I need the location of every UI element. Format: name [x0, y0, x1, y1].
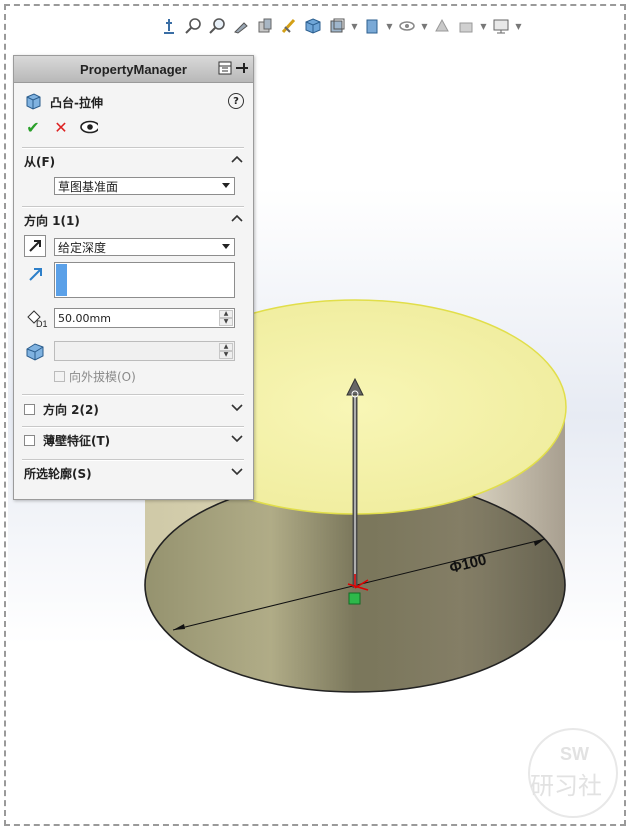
- svg-text:研习社: 研习社: [530, 772, 602, 800]
- chevron-down-icon[interactable]: [230, 464, 244, 481]
- appearance-icon[interactable]: [396, 15, 418, 37]
- pin-icon[interactable]: [235, 60, 249, 79]
- zoom-area-icon[interactable]: [206, 15, 228, 37]
- draft-outward-checkbox[interactable]: [54, 371, 65, 382]
- direction2-section-header[interactable]: 方向 2(2): [24, 400, 244, 418]
- chevron-down-icon[interactable]: ▼: [385, 22, 394, 31]
- depth-icon: D1: [26, 309, 48, 332]
- spin-down-button[interactable]: ▼: [219, 318, 233, 326]
- end-condition-select[interactable]: 给定深度: [54, 238, 235, 256]
- svg-text:SW: SW: [560, 744, 589, 764]
- spin-down-button[interactable]: ▼: [219, 351, 233, 359]
- property-manager-panel: PropertyManager 凸台-拉伸 ? ✔ ✕ 从(F) 草图基准面 方…: [13, 55, 254, 500]
- depth-value: 50.00mm: [58, 311, 111, 325]
- thin-feature-checkbox[interactable]: [24, 434, 35, 446]
- help-icon[interactable]: ?: [228, 93, 244, 109]
- hide-show-icon[interactable]: [361, 15, 383, 37]
- property-manager-title-bar: PropertyManager: [14, 56, 253, 83]
- spin-up-button[interactable]: ▲: [219, 310, 233, 318]
- chevron-down-icon[interactable]: ▼: [514, 22, 523, 31]
- direction2-section-label: 方向 2(2): [43, 402, 99, 417]
- chevron-up-icon[interactable]: [230, 152, 244, 169]
- view-cube-icon[interactable]: [302, 15, 324, 37]
- reverse-direction-button[interactable]: [24, 235, 46, 257]
- origin-marker: [348, 592, 361, 605]
- section-view-icon[interactable]: [254, 15, 276, 37]
- ok-button[interactable]: ✔: [24, 118, 42, 137]
- chevron-down-icon[interactable]: [230, 400, 244, 417]
- thin-feature-section-label: 薄壁特征(T): [43, 433, 111, 448]
- draft-toggle-button[interactable]: [24, 340, 46, 362]
- spin-up-button[interactable]: ▲: [219, 343, 233, 351]
- end-condition-value: 给定深度: [58, 240, 107, 255]
- heads-up-view-toolbar: ▼ ▼ ▼ ▼ ▼: [158, 14, 523, 38]
- direction-vector-icon: [28, 266, 44, 285]
- svg-text:D1: D1: [36, 319, 48, 329]
- chevron-down-icon[interactable]: ▼: [479, 22, 488, 31]
- from-section-label: 从(F): [24, 154, 56, 169]
- action-buttons: ✔ ✕: [24, 118, 98, 137]
- view-orientation-icon[interactable]: [158, 15, 180, 37]
- feature-name: 凸台-拉伸: [50, 95, 103, 110]
- zoom-to-fit-icon[interactable]: [182, 15, 204, 37]
- watermark-logo: SW 研习社: [528, 728, 618, 818]
- cancel-button[interactable]: ✕: [52, 118, 70, 137]
- feature-header: 凸台-拉伸 ?: [24, 92, 244, 112]
- direction1-section-header[interactable]: 方向 1(1): [24, 211, 244, 229]
- panel-title: PropertyManager: [80, 61, 187, 77]
- panel-layout-icon[interactable]: [217, 60, 233, 79]
- from-start-condition-value: 草图基准面: [58, 179, 119, 194]
- draft-angle-input[interactable]: ▲ ▼: [54, 341, 235, 361]
- draft-outward-checkbox-row[interactable]: 向外拔模(O): [54, 368, 136, 385]
- display-style-icon[interactable]: [326, 15, 348, 37]
- previous-view-icon[interactable]: [230, 15, 252, 37]
- preview-eye-icon[interactable]: [80, 118, 98, 136]
- from-section-header[interactable]: 从(F): [24, 152, 244, 170]
- chevron-down-icon[interactable]: ▼: [350, 22, 359, 31]
- draft-outward-label: 向外拔模(O): [69, 370, 136, 384]
- chevron-down-icon: [222, 244, 230, 249]
- chevron-down-icon: [222, 183, 230, 188]
- dynamic-annotation-icon[interactable]: [278, 15, 300, 37]
- selected-contours-section-header[interactable]: 所选轮廓(S): [24, 464, 244, 482]
- thin-feature-section-header[interactable]: 薄壁特征(T): [24, 431, 244, 449]
- selected-contours-section-label: 所选轮廓(S): [24, 466, 92, 481]
- scene-icon[interactable]: [431, 15, 453, 37]
- view-settings-icon[interactable]: [455, 15, 477, 37]
- monitor-icon[interactable]: [490, 15, 512, 37]
- depth-input[interactable]: 50.00mm ▲ ▼: [54, 308, 235, 328]
- direction-selection-box[interactable]: [54, 262, 235, 298]
- chevron-up-icon[interactable]: [230, 211, 244, 228]
- direction1-section-label: 方向 1(1): [24, 213, 80, 228]
- direction2-checkbox[interactable]: [24, 403, 35, 415]
- boss-extrude-icon: [24, 92, 42, 113]
- chevron-down-icon[interactable]: [230, 431, 244, 448]
- chevron-down-icon[interactable]: ▼: [420, 22, 429, 31]
- from-start-condition-select[interactable]: 草图基准面: [54, 177, 235, 195]
